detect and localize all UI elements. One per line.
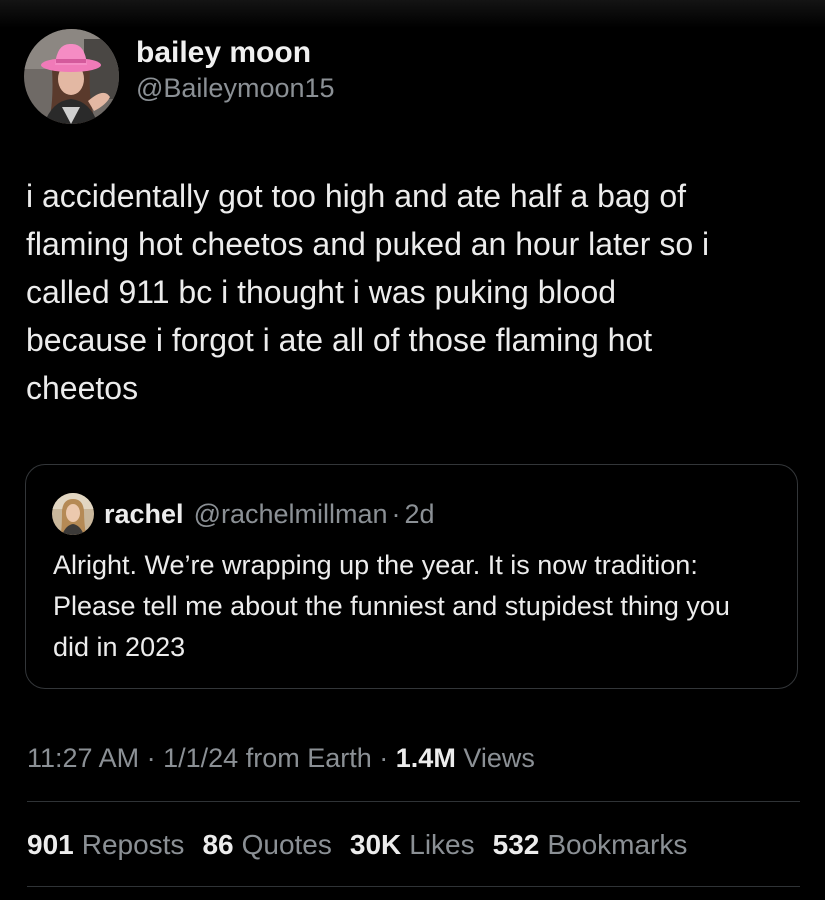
tweet-time[interactable]: 11:27 AM	[27, 743, 139, 773]
quotes-label: Quotes	[241, 829, 332, 860]
meta-separator: ·	[146, 743, 156, 773]
likes-stat[interactable]: 30K Likes	[350, 826, 475, 864]
tweet-text: i accidentally got too high and ate half…	[26, 178, 710, 406]
bookmarks-count: 532	[492, 829, 540, 860]
tweet-metadata: 11:27 AM · 1/1/24 from Earth · 1.4M View…	[27, 740, 535, 776]
top-edge-shadow	[0, 0, 825, 28]
tweet-date[interactable]: 1/1/24	[163, 743, 238, 773]
likes-label: Likes	[409, 829, 475, 860]
tweet-source: from Earth	[245, 743, 372, 773]
meta-separator: ·	[379, 743, 389, 773]
quoted-author-avatar	[52, 493, 94, 535]
author-handle[interactable]: @Baileymoon15	[136, 71, 335, 105]
bookmarks-label: Bookmarks	[547, 829, 688, 860]
quotes-count: 86	[202, 829, 234, 860]
quoted-tweet-text: Alright. We’re wrapping up the year. It …	[53, 550, 730, 662]
reposts-stat[interactable]: 901 Reposts	[27, 826, 184, 864]
quoted-author-avatar-image	[52, 493, 94, 535]
quoted-tweet-time[interactable]: 2d	[405, 497, 435, 531]
author-display-name[interactable]: bailey moon	[136, 35, 335, 71]
engagement-stats: 901 Reposts 86 Quotes 30K Likes 532 Book…	[27, 826, 705, 864]
tweet-author: bailey moon @Baileymoon15	[24, 29, 335, 124]
reposts-label: Reposts	[81, 829, 185, 860]
divider	[27, 886, 800, 887]
quoted-tweet-header: rachel @rachelmillman · 2d	[52, 493, 435, 535]
quoted-tweet-card[interactable]: rachel @rachelmillman · 2d Alright. We’r…	[25, 464, 798, 689]
quoted-author-handle[interactable]: @rachelmillman	[194, 497, 388, 531]
views-label: Views	[463, 743, 535, 773]
likes-count: 30K	[349, 829, 402, 860]
quoted-header-separator: ·	[391, 499, 401, 529]
divider	[27, 801, 800, 802]
bookmarks-stat[interactable]: 532 Bookmarks	[493, 826, 688, 864]
author-avatar-image	[24, 29, 119, 124]
reposts-count: 901	[27, 829, 74, 860]
quoted-author-name[interactable]: rachel	[104, 497, 184, 531]
author-avatar[interactable]	[24, 29, 119, 124]
quotes-stat[interactable]: 86 Quotes	[202, 826, 331, 864]
views-count: 1.4M	[395, 743, 456, 773]
